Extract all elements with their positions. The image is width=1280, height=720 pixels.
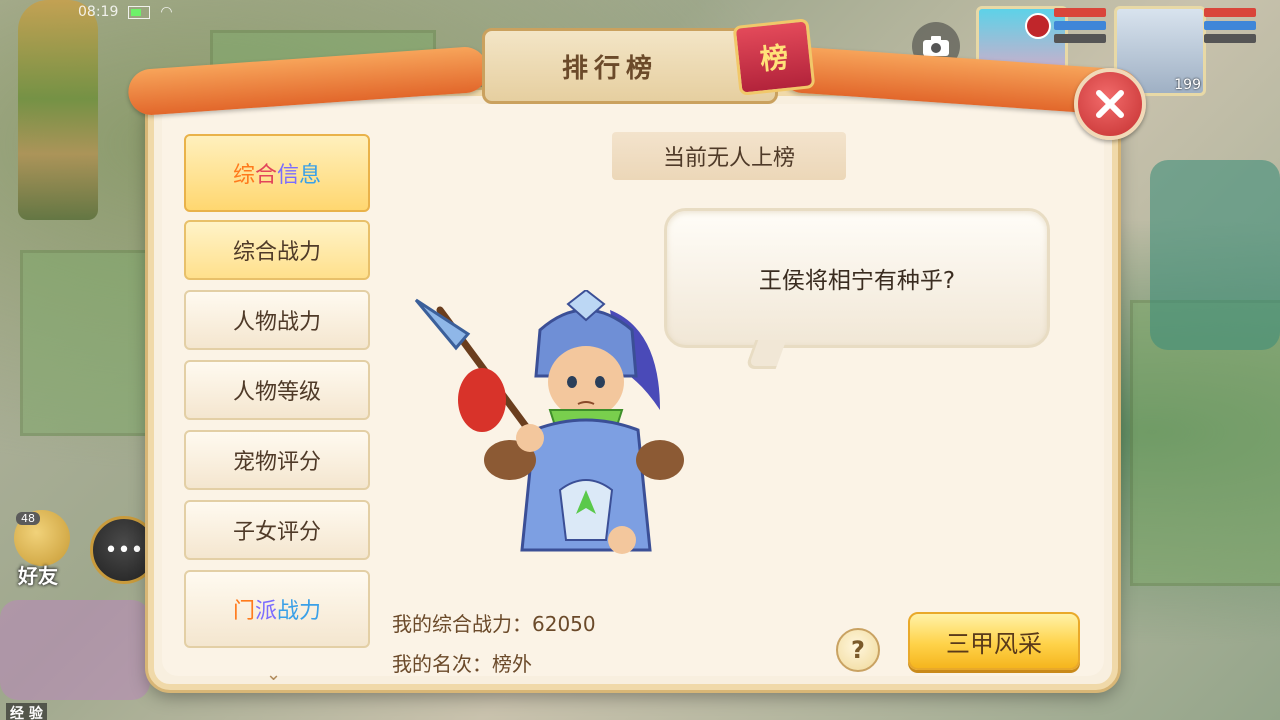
statue-decoration [18,0,98,220]
friends-button[interactable]: 48 好友 [8,510,78,590]
tab-label: 子女评分 [232,520,321,545]
tab-pet-score[interactable]: 宠物评分 [184,430,370,490]
my-power-text: 我的综合战力：62050 [392,612,596,636]
clock: 08:19 [78,4,119,20]
tab-overall-info[interactable]: 综合信息 [184,134,370,212]
tab-label: 人物等级 [232,380,321,405]
top-three-button-label: 三甲风采 [946,629,1042,658]
tab-character-power[interactable]: 人物战力 [184,290,370,350]
ranking-status-banner: 当前无人上榜 [612,132,846,180]
portrait-level: 199 [1174,77,1201,93]
device-status-bar: 08:19 ◠ [78,4,173,20]
battery-icon [128,5,151,19]
tab-label-char: 合 [254,163,277,188]
top-three-showcase-button[interactable]: 三甲风采 [908,612,1080,670]
tab-label-char: 派 [254,599,277,624]
tab-label-char: 力 [299,599,322,624]
tab-label-char: 门 [232,599,255,624]
tab-label: 人物战力 [232,310,321,335]
help-button[interactable]: ? [836,628,880,672]
tab-label: 综合信息 [233,157,321,189]
tab-label-char: 信 [277,163,300,188]
wifi-icon: ◠ [160,4,173,20]
close-button[interactable] [1074,68,1146,140]
garden-tile [20,250,166,436]
flower-bed [0,600,150,700]
tab-children-score[interactable]: 子女评分 [184,500,370,560]
my-rank-text: 我的名次：榜外 [392,652,532,676]
friends-label: 好友 [18,564,58,588]
tab-label: 宠物评分 [232,450,321,475]
tab-label: 综合战力 [232,240,321,265]
warrior-character-illustration [414,290,684,554]
tab-sect-power[interactable]: 门派战力 [184,570,370,648]
ranking-status-text: 当前无人上榜 [662,146,795,171]
tab-label-char: 综 [232,163,255,188]
tab-overall-power[interactable]: 综合战力 [184,220,370,280]
title-seal-text: 榜 [758,40,790,77]
player-bars [1204,8,1256,47]
experience-label: 经 验 [6,703,47,720]
chat-bubble-icon: ••• [104,537,144,563]
tab-label-char: 息 [299,163,322,188]
tab-label-char: 战 [277,599,300,624]
teammate-bars-1 [1054,8,1106,47]
speech-bubble: 王侯将相宁有种乎? [664,208,1050,348]
tab-label: 门派战力 [233,593,321,625]
question-icon: ? [851,636,865,664]
camera-icon [923,36,949,56]
tab-character-level[interactable]: 人物等级 [184,360,370,420]
speech-text: 王侯将相宁有种乎? [758,268,956,294]
lotus-pool [1150,160,1280,350]
close-icon [1096,90,1124,118]
status-dot-icon [1025,13,1051,39]
title-seal-icon: 榜 [732,18,816,96]
scroll-down-icon[interactable]: ⌄ [266,664,281,685]
friend-count-badge: 48 [16,512,40,525]
page-title: 排行榜 [561,53,658,84]
